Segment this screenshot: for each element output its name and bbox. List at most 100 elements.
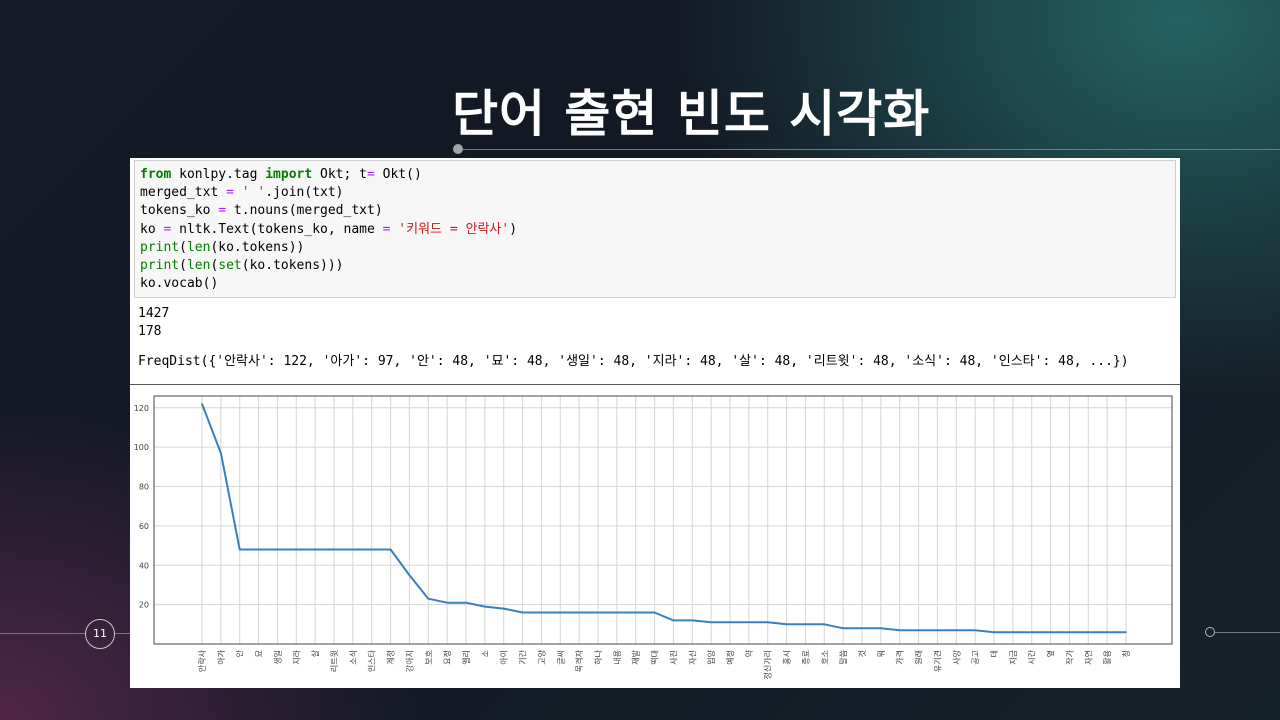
x-tick-label: 안 <box>235 649 245 657</box>
data-point <box>974 629 976 632</box>
y-tick-label: 80 <box>139 483 149 492</box>
data-point <box>936 629 939 632</box>
x-tick-label: 기간 <box>518 649 528 664</box>
data-point <box>1030 631 1033 633</box>
code-token: (ko.tokens))) <box>241 257 344 273</box>
code-token: ( <box>179 239 187 255</box>
x-tick-label: 떡대 <box>650 650 660 665</box>
y-tick-label: 40 <box>139 561 149 570</box>
code-token: ko.vocab() <box>140 276 219 292</box>
x-tick-label: 재발 <box>631 649 641 664</box>
y-tick-label: 60 <box>139 522 149 531</box>
data-point <box>823 623 826 626</box>
x-tick-label: 것 <box>857 650 867 657</box>
data-point <box>748 621 750 624</box>
code-line: ko = nltk.Text(tokens_ko, name = '키워드 = … <box>140 221 1175 239</box>
x-tick-label: 약 <box>744 649 754 657</box>
code-token: len <box>186 257 211 273</box>
data-point <box>238 548 241 551</box>
data-point <box>653 611 656 614</box>
data-point <box>333 548 335 551</box>
data-point <box>804 623 807 626</box>
data-point <box>1049 631 1052 633</box>
x-tick-label: 활용 <box>1102 650 1112 665</box>
data-point <box>785 623 788 626</box>
data-point <box>427 597 430 600</box>
x-tick-label: 홍시 <box>782 650 792 665</box>
x-tick-label: 하나 <box>593 649 603 664</box>
data-point <box>295 548 298 551</box>
data-point <box>314 548 316 551</box>
data-point <box>672 619 675 622</box>
x-tick-label: 원래 <box>915 650 924 665</box>
code-token: print <box>140 239 180 255</box>
code-token: ko <box>140 221 164 237</box>
code-token: = <box>367 167 375 182</box>
data-point <box>465 601 467 604</box>
x-tick-label: 지라 <box>292 649 301 664</box>
code-token: = <box>226 185 234 201</box>
x-tick-label: 시간 <box>1027 649 1037 664</box>
x-tick-label: 글씨 <box>556 650 565 665</box>
footer-right-ring <box>1205 627 1215 637</box>
code-token: Okt; t <box>312 167 367 182</box>
data-point <box>1106 631 1108 633</box>
y-tick-label: 20 <box>139 601 149 610</box>
x-tick-label: 요정 <box>442 650 452 665</box>
x-tick-label: 소 <box>481 650 490 657</box>
data-point <box>220 452 222 454</box>
x-tick-label: 유기견 <box>932 650 942 672</box>
y-tick-label: 120 <box>134 404 149 413</box>
plot-frame <box>153 395 1173 645</box>
x-tick-label: 지금 <box>1009 650 1018 665</box>
code-line: print(len(set(ko.tokens))) <box>140 257 1175 275</box>
x-tick-label: 생일 <box>272 650 282 665</box>
data-point <box>389 548 392 551</box>
x-tick-label: 가격 <box>895 650 905 665</box>
frequency-line <box>201 403 1126 634</box>
code-cell[interactable]: from konlpy.tag import Okt; t= Okt() merg… <box>134 160 1176 298</box>
footer-left-line-2 <box>115 633 130 634</box>
data-point <box>201 403 203 405</box>
x-tick-label: 안락사 <box>197 649 207 672</box>
page-number-badge: 11 <box>85 619 115 649</box>
x-tick-label: 목격자 <box>574 649 584 672</box>
code-line: merged_txt = ' '.join(txt) <box>140 184 1175 202</box>
data-point <box>276 548 279 551</box>
title-underline-dot <box>453 144 463 154</box>
cell-output: 1427 178 FreqDist({'안락사': 122, '아가': 97,… <box>138 305 1168 372</box>
data-point <box>861 627 863 630</box>
data-point <box>691 619 694 622</box>
data-point <box>616 611 618 614</box>
x-tick-label: 묘 <box>255 650 264 657</box>
x-tick-label: 인스타 <box>367 649 377 672</box>
data-point <box>370 548 373 551</box>
x-tick-label: 살 <box>311 649 320 657</box>
code-line: print(len(ko.tokens)) <box>140 239 1175 257</box>
x-tick-label: 공고 <box>971 650 980 665</box>
freqdist-output: FreqDist({'안락사': 122, '아가': 97, '안': 48,… <box>138 354 1129 370</box>
x-tick-label: 자신 <box>688 650 697 665</box>
x-tick-label: 호소 <box>820 650 829 665</box>
data-point <box>898 629 901 632</box>
data-point <box>578 611 580 614</box>
frequency-chart: 20 40 60 80 100 120 안락사 아가 안 묘 생일 지라 살 리트윗 소식 인스타 계정 강아지 보… <box>130 388 1180 688</box>
code-token: .join(txt) <box>265 185 344 201</box>
slide-title: 단어 출현 빈도 시각화 <box>452 85 931 143</box>
token-count-output: 1427 <box>138 306 170 321</box>
data-point <box>408 574 411 576</box>
x-tick-label: 강아지 <box>404 650 414 672</box>
code-token: ) <box>509 221 518 237</box>
data-point <box>1068 631 1071 633</box>
y-tick-label: 100 <box>134 443 149 452</box>
code-line: from konlpy.tag import Okt; t= Okt() <box>140 166 1175 184</box>
code-token: ( <box>179 257 187 273</box>
footer-right-line <box>1215 632 1280 633</box>
x-tick-label: 아가 <box>216 649 226 664</box>
code-token: Okt() <box>374 167 422 182</box>
x-tick-label: 리트윗 <box>330 650 339 672</box>
data-point <box>766 621 769 624</box>
title-underline <box>463 149 1280 150</box>
code-line: tokens_ko = t.nouns(merged_txt) <box>140 202 1175 220</box>
code-token: t.nouns(merged_txt) <box>226 203 383 219</box>
